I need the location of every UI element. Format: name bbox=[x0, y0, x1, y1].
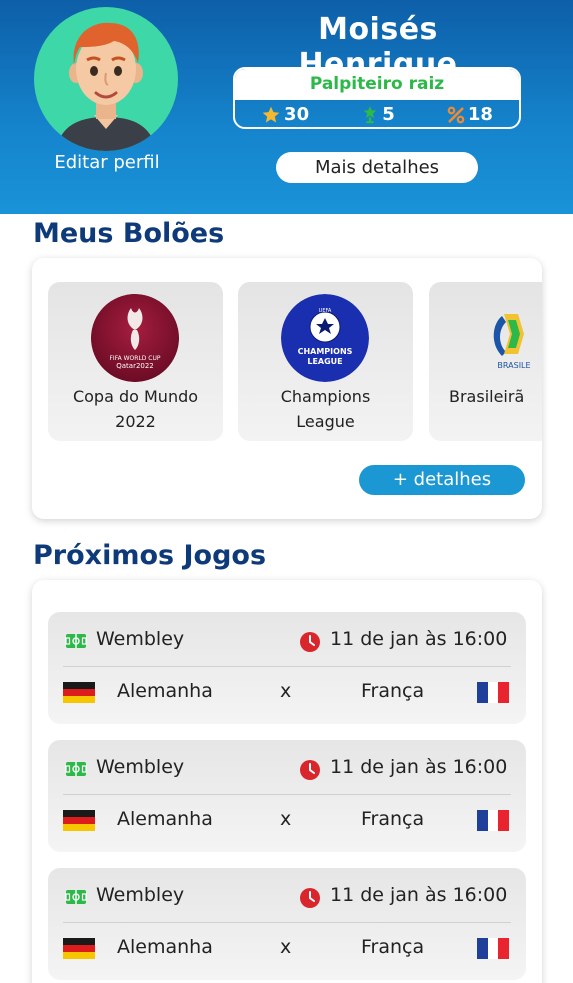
avatar[interactable] bbox=[34, 7, 178, 151]
game-info-row: Wembley 11 de jan às 16:00 bbox=[48, 612, 526, 666]
champions-logo-text-3: LEAGUE bbox=[307, 357, 342, 366]
versus-label: x bbox=[280, 936, 292, 958]
trophies-stat: 5 bbox=[361, 104, 395, 125]
percent-value: 18 bbox=[467, 104, 493, 125]
stats-row: 30 5 18 bbox=[235, 100, 519, 127]
more-pools-button[interactable]: + detalhes bbox=[359, 465, 525, 495]
pool-name-line-2: League bbox=[296, 412, 355, 431]
germany-flag bbox=[63, 682, 95, 703]
game-item[interactable]: Wembley 11 de jan às 16:00 Alemanha x Fr… bbox=[48, 740, 526, 852]
stadium-name: Wembley bbox=[96, 628, 185, 650]
brasileirao-logo: BRASILE bbox=[484, 294, 542, 382]
game-datetime: 11 de jan às 16:00 bbox=[330, 884, 508, 906]
percent-icon bbox=[447, 106, 465, 123]
pool-name-line-1: Champions bbox=[280, 387, 371, 406]
pool-name: Champions League bbox=[238, 384, 413, 434]
edit-profile-link[interactable]: Editar perfil bbox=[30, 152, 184, 173]
stadium-name: Wembley bbox=[96, 884, 185, 906]
versus-label: x bbox=[280, 680, 292, 702]
pool-tile-world-cup[interactable]: FIFA WORLD CUP Qatar2022 Copa do Mundo 2… bbox=[48, 282, 223, 441]
pool-name: Brasileirã bbox=[449, 384, 542, 409]
game-item[interactable]: Wembley 11 de jan às 16:00 Alemanha x Fr… bbox=[48, 612, 526, 724]
user-stats-card: Palpiteiro raiz 30 5 18 bbox=[233, 67, 521, 129]
pool-name-line-2: 2022 bbox=[115, 412, 156, 431]
germany-flag bbox=[63, 938, 95, 959]
rank-title: Palpiteiro raiz bbox=[235, 69, 519, 100]
more-details-button[interactable]: Mais detalhes bbox=[276, 152, 478, 183]
trophy-icon bbox=[363, 105, 377, 123]
pool-tile-brasileirao[interactable]: BRASILE Brasileirã bbox=[429, 282, 542, 441]
game-item[interactable]: Wembley 11 de jan às 16:00 Alemanha x Fr… bbox=[48, 868, 526, 980]
world-cup-logo-text-1: FIFA WORLD CUP bbox=[109, 355, 160, 362]
divider bbox=[63, 922, 511, 923]
stars-stat: 30 bbox=[261, 104, 309, 125]
pools-section-title: Meus Bolões bbox=[33, 218, 225, 249]
pool-name: Copa do Mundo 2022 bbox=[48, 384, 223, 434]
game-datetime: 11 de jan às 16:00 bbox=[330, 628, 508, 650]
stadium-name: Wembley bbox=[96, 756, 185, 778]
away-team: França bbox=[361, 680, 425, 702]
profile-header: Editar perfil Moisés Henrique Palpiteiro… bbox=[0, 0, 573, 214]
france-flag bbox=[477, 810, 509, 831]
pools-card: FIFA WORLD CUP Qatar2022 Copa do Mundo 2… bbox=[32, 258, 542, 519]
stadium-icon bbox=[65, 634, 87, 648]
games-card: Wembley 11 de jan às 16:00 Alemanha x Fr… bbox=[32, 580, 542, 983]
percent-stat: 18 bbox=[447, 104, 493, 125]
stars-value: 30 bbox=[284, 104, 310, 125]
clock-icon bbox=[300, 760, 320, 780]
pool-name-line-1: Copa do Mundo bbox=[72, 387, 199, 406]
pool-name-line-1: Brasileirã bbox=[449, 387, 525, 406]
stadium-icon bbox=[65, 890, 87, 904]
away-team: França bbox=[361, 936, 425, 958]
games-section-title: Próximos Jogos bbox=[33, 540, 267, 571]
trophies-value: 5 bbox=[382, 104, 395, 125]
stadium-icon bbox=[65, 762, 87, 776]
germany-flag bbox=[63, 810, 95, 831]
champions-logo-text-1: UEFA bbox=[319, 308, 332, 314]
clock-icon bbox=[300, 632, 320, 652]
brasileirao-logo-text: BRASILE bbox=[497, 361, 530, 370]
game-datetime: 11 de jan às 16:00 bbox=[330, 756, 508, 778]
home-team: Alemanha bbox=[117, 808, 213, 830]
clock-icon bbox=[300, 888, 320, 908]
world-cup-logo-text-2: Qatar2022 bbox=[116, 362, 154, 370]
home-team: Alemanha bbox=[117, 680, 213, 702]
star-icon bbox=[262, 106, 280, 122]
france-flag bbox=[477, 938, 509, 959]
divider bbox=[63, 794, 511, 795]
away-team: França bbox=[361, 808, 425, 830]
divider bbox=[63, 666, 511, 667]
france-flag bbox=[477, 682, 509, 703]
pool-tile-champions-league[interactable]: UEFA CHAMPIONS LEAGUE Champions League bbox=[238, 282, 413, 441]
game-info-row: Wembley 11 de jan às 16:00 bbox=[48, 868, 526, 922]
home-team: Alemanha bbox=[117, 936, 213, 958]
versus-label: x bbox=[280, 808, 292, 830]
champions-league-logo: UEFA CHAMPIONS LEAGUE bbox=[281, 294, 369, 382]
world-cup-logo: FIFA WORLD CUP Qatar2022 bbox=[91, 294, 179, 382]
champions-logo-text-2: CHAMPIONS bbox=[298, 347, 353, 356]
game-info-row: Wembley 11 de jan às 16:00 bbox=[48, 740, 526, 794]
